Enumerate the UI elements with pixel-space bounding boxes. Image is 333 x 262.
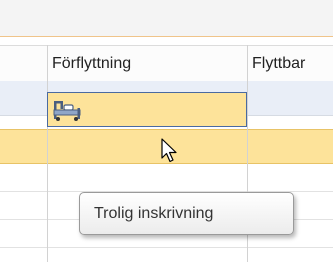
- forflyttning-cell-selected[interactable]: [47, 92, 247, 127]
- mouse-cursor-icon: [161, 138, 177, 163]
- column-divider: [47, 45, 48, 262]
- tooltip: Trolig inskrivning: [79, 192, 294, 235]
- column-header-flyttbar[interactable]: Flyttbar: [247, 46, 333, 81]
- bed-icon[interactable]: [52, 98, 82, 122]
- grid-header: Förflyttning Flyttbar: [0, 45, 333, 82]
- toolbar-area: [0, 0, 333, 37]
- column-header-forflyttning[interactable]: Förflyttning: [47, 46, 247, 81]
- grid-row-3[interactable]: [0, 165, 333, 192]
- column-header-1[interactable]: [0, 46, 47, 81]
